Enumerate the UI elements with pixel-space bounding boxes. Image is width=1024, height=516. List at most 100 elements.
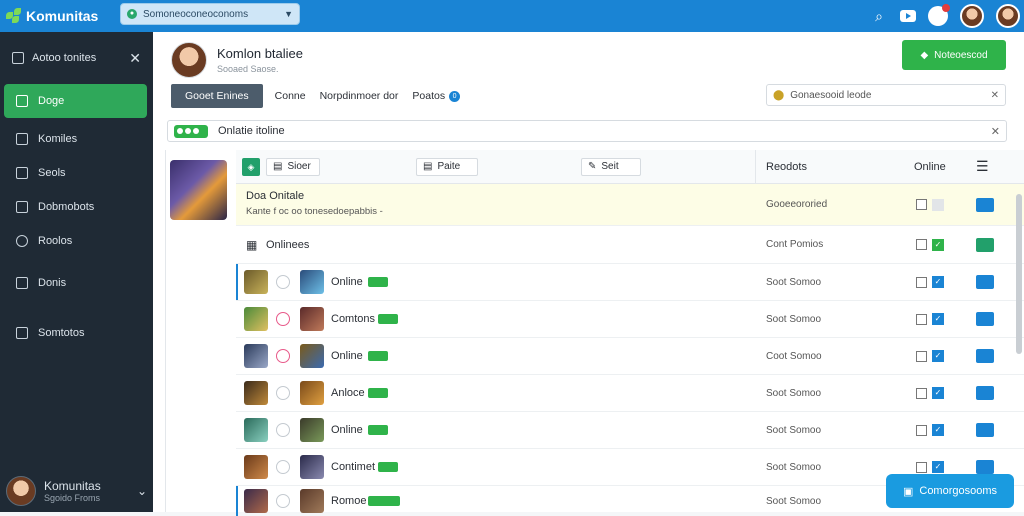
- chat-button[interactable]: ▣ Comorgosooms: [886, 474, 1014, 508]
- scrollbar[interactable]: [1016, 194, 1022, 354]
- row-checkbox[interactable]: [916, 276, 927, 288]
- tab-gooet-enines[interactable]: Gooet Enines: [171, 84, 263, 108]
- sidebar-item-label: Donis: [38, 277, 67, 289]
- search-icon[interactable]: ⌕: [870, 8, 888, 25]
- menu-icon[interactable]: ☰: [976, 158, 989, 175]
- row-check[interactable]: ✓: [932, 276, 944, 288]
- circle-icon[interactable]: [276, 349, 290, 363]
- tab-poatos[interactable]: Poatos 0: [410, 84, 462, 108]
- filter-label: Onlatie itoline: [218, 125, 285, 137]
- row-action-button[interactable]: [976, 386, 994, 400]
- tab-conne[interactable]: Conne: [273, 84, 308, 108]
- top-search[interactable]: ● ▼: [120, 3, 300, 25]
- circle-icon[interactable]: [276, 460, 290, 474]
- row-checkbox[interactable]: [916, 350, 927, 362]
- game-thumbnail[interactable]: [170, 160, 227, 220]
- close-icon[interactable]: ✕: [991, 125, 1000, 138]
- group-label: Onlinees: [266, 238, 310, 251]
- logo-icon: [6, 8, 22, 24]
- row-checkbox[interactable]: [916, 313, 927, 325]
- sidebar-item-doge[interactable]: Doge: [4, 84, 147, 118]
- group-row[interactable]: ▦ Onlinees Cont Pomios ✓: [236, 226, 1024, 264]
- top-search-input[interactable]: [143, 8, 279, 20]
- chevron-down-icon[interactable]: ▼: [284, 9, 293, 19]
- table-row[interactable]: Online Coot Somoo ✓: [236, 338, 1024, 375]
- divider: [165, 150, 166, 512]
- clear-icon[interactable]: ✕: [991, 90, 999, 101]
- row-action-button[interactable]: [976, 349, 994, 363]
- row-action-button[interactable]: [976, 423, 994, 437]
- row-thumb: [244, 455, 268, 479]
- row-thumb-2: [300, 344, 324, 368]
- row-action-button[interactable]: [976, 237, 994, 252]
- avatar[interactable]: [960, 4, 984, 28]
- circle-icon[interactable]: [276, 494, 290, 508]
- video-icon[interactable]: [900, 10, 916, 22]
- row-name: Online: [331, 276, 363, 288]
- row-checkbox[interactable]: [916, 461, 927, 473]
- row-check[interactable]: [932, 198, 944, 211]
- table-row[interactable]: Anloce Soot Somoo ✓: [236, 375, 1024, 412]
- app-logo[interactable]: Komunitas: [6, 8, 114, 24]
- featured-title: Doa Onitale: [246, 190, 305, 202]
- doc-icon: ▤: [273, 161, 283, 172]
- table-row[interactable]: Online Soot Somoo ✓: [236, 264, 1024, 301]
- row-action-button[interactable]: [976, 275, 994, 289]
- circle-icon[interactable]: [276, 386, 290, 400]
- lock-icon: [12, 52, 24, 64]
- featured-row[interactable]: Doa Onitale Kante f oc oo tonesedoepabbi…: [236, 184, 1024, 226]
- sidebar-item-komiles[interactable]: Komiles: [4, 122, 147, 156]
- sidebar-item-roolos[interactable]: Roolos: [4, 224, 147, 258]
- sidebar-item-dobmobots[interactable]: Dobmobots: [4, 190, 147, 224]
- row-checkbox[interactable]: [916, 199, 927, 210]
- row-checkbox[interactable]: [916, 424, 927, 436]
- featured-mid: Gooeeororied: [766, 199, 828, 210]
- sidebar-item-somtotos[interactable]: Somtotos: [4, 316, 147, 350]
- close-icon[interactable]: ✕: [129, 50, 141, 67]
- row-thumb: [244, 344, 268, 368]
- row-action-button[interactable]: [976, 312, 994, 326]
- row-action-button[interactable]: [976, 197, 994, 212]
- online-toggle[interactable]: [174, 124, 208, 138]
- sort-chip-paite[interactable]: ▤ Paite: [416, 157, 478, 176]
- row-thumb: [244, 270, 268, 294]
- row-mid: Soot Somoo: [766, 313, 822, 325]
- chevron-down-icon[interactable]: ⌄: [137, 484, 147, 498]
- table-row[interactable]: Comtons Soot Somoo ✓: [236, 301, 1024, 338]
- row-checkbox[interactable]: [916, 239, 927, 250]
- row-check[interactable]: ✓: [932, 238, 944, 251]
- sidebar-item-label: Roolos: [38, 235, 73, 247]
- row-check[interactable]: ✓: [932, 387, 944, 399]
- sidebar-item-label: Dobmobots: [38, 201, 95, 213]
- circle-icon[interactable]: [276, 423, 290, 437]
- row-checkbox[interactable]: [916, 387, 927, 399]
- circle-icon[interactable]: [276, 312, 290, 326]
- row-check[interactable]: ✓: [932, 424, 944, 436]
- sidebar-item-donis[interactable]: Donis: [4, 266, 147, 300]
- chip-label: Seit: [601, 161, 619, 172]
- row-thumb: [244, 489, 268, 513]
- row-check[interactable]: ✓: [932, 313, 944, 325]
- tab-bar: Gooet Enines Conne Norpdinmoer dor Poato…: [171, 84, 462, 108]
- row-action-button[interactable]: [976, 460, 994, 474]
- sort-chip-seit[interactable]: ✎ Seit: [581, 157, 641, 176]
- row-check[interactable]: ✓: [932, 350, 944, 362]
- filter-icon[interactable]: ◈: [242, 157, 260, 176]
- tab-norpdinmoer[interactable]: Norpdinmoer dor: [318, 84, 401, 108]
- data-table: ◈ ▤ Sioer ▤ Paite ✎ Seit Reodots Online ☰ D…: [236, 150, 1024, 516]
- notification-icon[interactable]: [928, 4, 950, 26]
- row-mid: Soot Somoo: [766, 461, 822, 473]
- row-check[interactable]: ✓: [932, 461, 944, 473]
- layers-icon: [16, 133, 28, 145]
- row-name: Comtons: [331, 313, 376, 325]
- people-icon: [16, 327, 28, 339]
- avatar-secondary[interactable]: [996, 4, 1020, 28]
- add-button[interactable]: ◆ Noteoescod: [902, 40, 1006, 70]
- circle-icon[interactable]: [276, 275, 290, 289]
- table-row[interactable]: Online Soot Somoo ✓: [236, 412, 1024, 449]
- sidebar-item-seols[interactable]: Seols: [4, 156, 147, 190]
- sort-chip-sioer[interactable]: ▤ Sioer: [266, 157, 320, 176]
- col-header-online: Online: [914, 160, 946, 173]
- right-search[interactable]: ⬤ Gonaesooid leode ✕: [766, 84, 1006, 106]
- sidebar-user[interactable]: Komunitas Sgoido Froms ⌄: [0, 470, 153, 512]
